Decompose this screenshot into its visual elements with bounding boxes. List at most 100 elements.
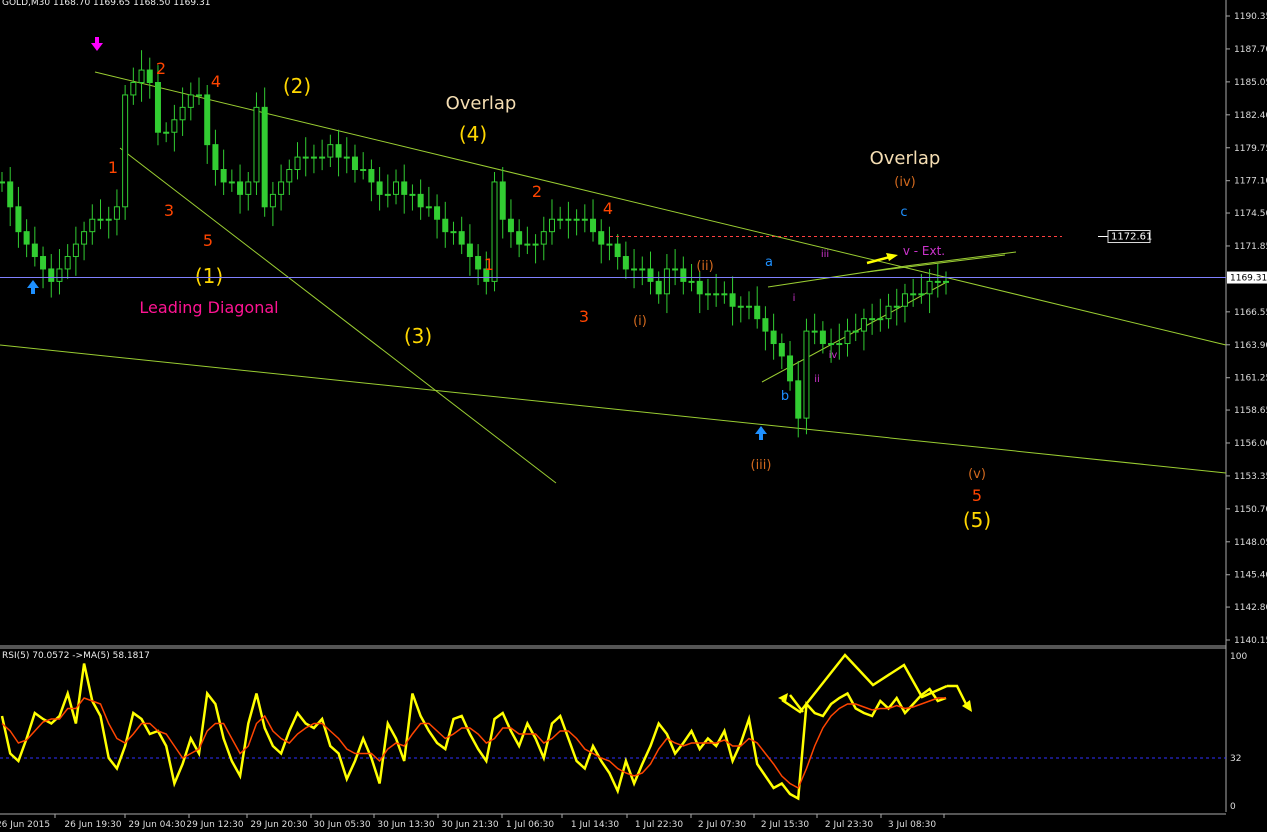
candle-body	[72, 243, 79, 258]
candle-body	[269, 193, 276, 208]
candle-body	[401, 181, 408, 195]
candle-body	[548, 218, 555, 233]
x-tick-label: 29 Jun 04:30	[128, 820, 185, 830]
y-tick-label: 1179.75	[1234, 144, 1267, 154]
candle-body	[606, 243, 613, 246]
wave-label-yellow: (3)	[404, 324, 432, 348]
candle-body	[384, 193, 391, 196]
main-frame	[0, 0, 1227, 815]
candle-body	[910, 293, 917, 296]
x-tick-label: 29 Jun 12:30	[186, 820, 243, 830]
candle-body	[754, 305, 761, 320]
wave-label-red: 2	[156, 59, 166, 78]
candle-body	[573, 218, 580, 221]
x-tick-label: 2 Jul 15:30	[761, 820, 810, 830]
candle-body	[540, 231, 547, 245]
candle-body	[598, 231, 605, 245]
extension-arrow-shaft	[866, 255, 891, 265]
y-tick-label: 1140.15	[1234, 636, 1267, 646]
x-tick-label: 2 Jul 07:30	[698, 820, 747, 830]
x-tick-label: 26 Jun 2015	[0, 820, 50, 830]
wave-label-yellow: (4)	[459, 122, 487, 146]
candle-body	[376, 181, 383, 195]
candle-body	[187, 94, 194, 108]
candle-body	[442, 218, 449, 233]
candle-body	[672, 268, 679, 271]
rsi-y-tick-label: 100	[1230, 652, 1247, 662]
wave-label-red: 4	[211, 72, 221, 91]
candle-body	[811, 330, 818, 333]
y-tick-label: 1174.50	[1234, 209, 1267, 219]
wave-label-yellow: (1)	[195, 264, 223, 288]
candle-body	[278, 181, 285, 195]
candle-body	[31, 243, 38, 258]
y-tick-label: 1142.80	[1234, 603, 1267, 613]
candle-body	[319, 156, 326, 159]
candle-body	[113, 206, 120, 220]
candle-body	[130, 82, 137, 96]
y-tick-label: 1190.35	[1234, 12, 1267, 22]
arrow-up-icon	[755, 426, 767, 440]
x-tick-label: 30 Jun 05:30	[313, 820, 370, 830]
candle-body	[368, 169, 375, 183]
candle-body	[745, 305, 752, 308]
candle-body	[918, 293, 925, 296]
candle-body	[138, 69, 145, 84]
time-axis: 26 Jun 2015 26 Jun 19:30 29 Jun 04:30 29 Ju…	[0, 814, 945, 830]
candle-body	[434, 206, 441, 220]
candle-body	[836, 343, 843, 346]
candle-body	[417, 193, 424, 208]
candle-body	[97, 218, 104, 221]
candle-body	[294, 156, 301, 171]
wave-label-orange: (ii)	[696, 259, 713, 274]
candle-body	[23, 231, 30, 245]
candle-body	[286, 169, 293, 183]
y-tick-label: 1163.90	[1234, 341, 1267, 351]
candle-body	[302, 156, 309, 159]
wave-label-red: 1	[484, 255, 494, 274]
candle-body	[237, 181, 244, 195]
y-tick-label: 1177.10	[1234, 177, 1267, 187]
candle-body	[204, 94, 211, 146]
candle-body	[852, 330, 859, 333]
candle-body	[860, 318, 867, 332]
candle-body	[565, 218, 572, 221]
candle-body	[704, 293, 711, 296]
candle-body	[803, 330, 810, 419]
candle-body	[696, 280, 703, 295]
y-tick-label: 1145.40	[1234, 571, 1267, 581]
x-tick-label: 29 Jun 20:30	[250, 820, 307, 830]
wave-label-magenta: i	[793, 293, 796, 304]
candle-body	[631, 268, 638, 271]
candle-body	[778, 343, 785, 357]
candle-body	[425, 206, 432, 209]
candle-body	[557, 218, 564, 221]
candle-body	[590, 218, 597, 233]
wave-label-blue: a	[765, 255, 773, 270]
candle-body	[639, 268, 646, 271]
y-tick-label: 1150.70	[1234, 505, 1267, 515]
candle-body	[15, 206, 22, 233]
candle-body	[360, 169, 367, 172]
y-tick-label: 1156.00	[1234, 439, 1267, 449]
candle-body	[409, 193, 416, 196]
price-chart[interactable]: 1 2 3 4 5 1 2 3 4 5 (1) (2) (3) (4) (5) (i) (ii) (iii) (iv…	[0, 0, 1267, 832]
candle-body	[713, 293, 720, 296]
wave-label-red: 2	[532, 182, 542, 201]
candle-body	[877, 318, 884, 321]
candle-body	[89, 218, 96, 233]
candle-body	[335, 144, 342, 158]
candle-body	[450, 231, 457, 234]
x-tick-label: 1 Jul 22:30	[635, 820, 684, 830]
y-tick-label: 1187.70	[1234, 45, 1267, 55]
candle-body	[507, 218, 514, 233]
y-tick-label: 1148.05	[1234, 538, 1267, 548]
wave-label-magenta: iv	[829, 350, 838, 361]
wave-label-magenta: ii	[814, 374, 820, 385]
candle-body	[245, 181, 252, 195]
x-tick-label: 1 Jul 06:30	[506, 820, 555, 830]
candle-body	[499, 181, 506, 220]
candle-body	[105, 218, 112, 221]
candle-body	[524, 243, 531, 246]
x-tick-label: 30 Jun 21:30	[441, 820, 498, 830]
